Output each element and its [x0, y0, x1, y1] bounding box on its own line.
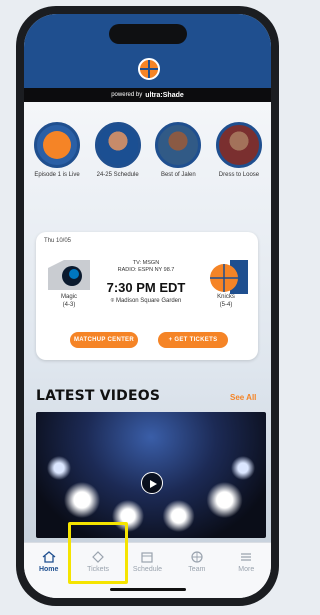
latest-videos-title: LATEST VIDEOS [36, 388, 161, 404]
broadcast-radio: RADIO: ESPN NY 98.7 [117, 267, 175, 273]
venue-name: Madison Square Garden [115, 298, 182, 304]
get-tickets-label: GET TICKETS [174, 337, 218, 343]
video-thumbnail[interactable] [36, 412, 266, 538]
story-label: Best of Jalen [160, 172, 196, 178]
tab-label: Team [188, 566, 206, 573]
broadcast-tv: TV: MSGN [132, 260, 160, 266]
away-team-record: (4-3) [62, 302, 76, 308]
home-team-record: (5-4) [219, 302, 233, 308]
game-venue: ⌾ Madison Square Garden [94, 298, 198, 305]
home-indicator [110, 588, 186, 591]
tab-more[interactable]: More [224, 551, 268, 598]
tab-label: Schedule [132, 566, 163, 573]
game-card[interactable]: Thu 10/05 Magic (4-3) TV: MSGN RADIO: ES… [36, 232, 258, 360]
story-item[interactable]: Best of Jalen [149, 122, 207, 179]
story-item[interactable]: Dress to Loose [210, 122, 268, 179]
away-team-name: Magic [60, 294, 77, 300]
story-avatar[interactable] [215, 122, 262, 168]
magic-logo-icon [48, 260, 90, 290]
story-label: Dress to Loose [218, 172, 260, 178]
tab-label: Home [38, 566, 59, 573]
home-team-name: Knicks [217, 294, 235, 300]
story-avatar[interactable] [94, 122, 141, 168]
app-header [24, 14, 271, 98]
story-item[interactable]: 24-25 Schedule [89, 122, 147, 179]
see-all-link[interactable]: See All [230, 393, 256, 402]
story-label: Episode 1 is Live [34, 172, 80, 178]
tickets-highlight-box [68, 522, 128, 584]
game-time: 7:30 PM EDT [106, 280, 186, 295]
home-icon [42, 551, 56, 563]
story-avatar[interactable] [155, 122, 202, 168]
story-label: 24-25 Schedule [96, 172, 139, 178]
stories-row: Episode 1 is Live 24-25 Schedule Best of… [28, 122, 268, 179]
story-item[interactable]: Episode 1 is Live [28, 122, 86, 179]
calendar-icon [141, 552, 154, 563]
sponsor-prefix: powered by [111, 92, 143, 98]
main-content: Episode 1 is Live 24-25 Schedule Best of… [24, 102, 271, 542]
matchup-center-button[interactable]: MATCHUP CENTER [70, 332, 138, 348]
game-date: Thu 10/05 [44, 238, 72, 244]
story-avatar[interactable] [34, 122, 80, 168]
sponsor-bar: powered by ultra:Shade [24, 88, 271, 102]
tab-home[interactable]: Home [27, 551, 71, 598]
get-tickets-button[interactable]: + GET TICKETS [158, 332, 228, 348]
tab-label: More [238, 566, 255, 573]
broadcast-info: TV: MSGN RADIO: ESPN NY 98.7 [96, 260, 196, 274]
app-screen: powered by ultra:Shade Episode 1 is Live… [24, 14, 271, 598]
basketball-icon [191, 551, 203, 563]
knicks-logo-icon [210, 260, 248, 294]
sponsor-brand: ultra:Shade [145, 91, 184, 99]
phone-frame: powered by ultra:Shade Episode 1 is Live… [16, 6, 279, 606]
dynamic-island [109, 24, 187, 44]
team-logo-icon [138, 58, 160, 80]
menu-icon [241, 553, 252, 561]
play-icon[interactable] [141, 472, 163, 494]
